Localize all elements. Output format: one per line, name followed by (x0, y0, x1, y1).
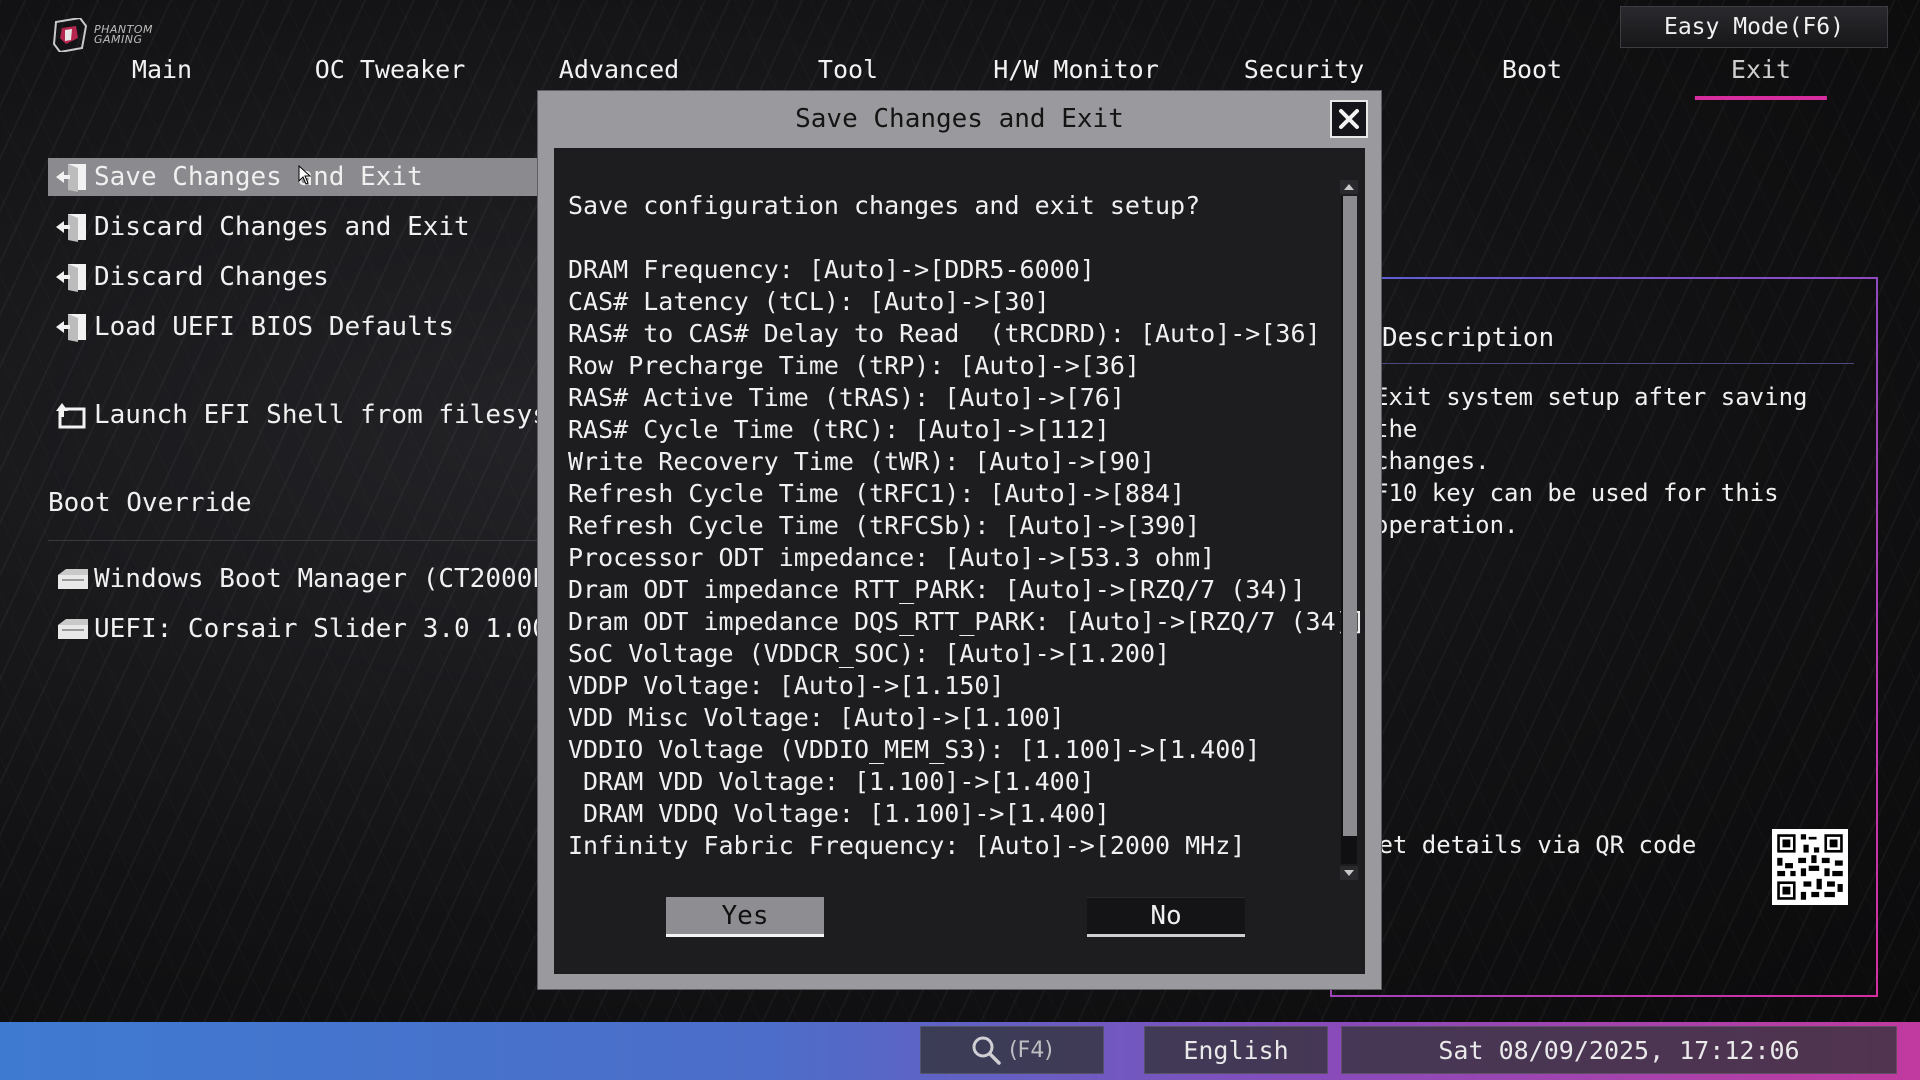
exit-door-icon (56, 264, 86, 292)
drive-icon (58, 619, 88, 639)
boot-item-uefi-corsair-slider[interactable]: UEFI: Corsair Slider 3.0 1.00, Part (48, 610, 548, 648)
boot-item-windows-boot-manager[interactable]: Windows Boot Manager (CT2000P310SSD (48, 560, 548, 598)
close-icon (1339, 109, 1359, 129)
tab-main[interactable]: Main (132, 55, 192, 99)
logo-text-gaming: GAMING (94, 33, 143, 46)
change-line: Dram ODT impedance RTT_PARK: [Auto]->[RZ… (568, 575, 1306, 604)
change-line: Processor ODT impedance: [Auto]->[53.3 o… (568, 543, 1216, 572)
change-line: VDDP Voltage: [Auto]->[1.150] (568, 671, 1005, 700)
search-button[interactable]: (F4) (920, 1026, 1104, 1074)
scroll-track[interactable] (1341, 196, 1357, 864)
dialog-title: Save Changes and Exit (795, 103, 1124, 134)
change-line: RAS# Cycle Time (tRC): [Auto]->[112] (568, 415, 1110, 444)
description-text: Exit system setup after saving the chang… (1374, 383, 1808, 475)
change-line: RAS# to CAS# Delay to Read (tRCDRD): [Au… (568, 319, 1321, 348)
change-line: DRAM VDDQ Voltage: [1.100]->[1.400] (568, 799, 1110, 828)
scroll-up-arrow-icon[interactable] (1340, 180, 1358, 194)
scroll-down-arrow-icon[interactable] (1340, 866, 1358, 880)
change-line: CAS# Latency (tCL): [Auto]->[30] (568, 287, 1050, 316)
exit-door-icon (56, 214, 86, 242)
change-line: Infinity Fabric Frequency: [Auto]->[2000… (568, 831, 1246, 860)
scroll-thumb[interactable] (1343, 196, 1357, 836)
change-line: Refresh Cycle Time (tRFCSb): [Auto]->[39… (568, 511, 1201, 540)
change-line: SoC Voltage (VDDCR_SOC): [Auto]->[1.200] (568, 639, 1171, 668)
menu-item-label: Save Changes and Exit (94, 162, 423, 192)
bios-screen: PHANTOM GAMING Easy Mode(F6) Main OC Twe… (0, 0, 1920, 1080)
mouse-cursor-icon (298, 165, 312, 185)
tab-exit[interactable]: Exit (1694, 55, 1828, 100)
exit-door-icon (56, 314, 86, 342)
tab-oc-tweaker[interactable]: OC Tweaker (315, 55, 466, 99)
yes-button[interactable]: Yes (666, 897, 824, 937)
change-line: Row Precharge Time (tRP): [Auto]->[36] (568, 351, 1140, 380)
date-time-display[interactable]: Sat 08/09/2025, 17:12:06 (1341, 1026, 1897, 1074)
menu-item-label: Discard Changes (94, 262, 329, 292)
close-button[interactable] (1330, 100, 1368, 138)
bottom-status-bar: (F4) English Sat 08/09/2025, 17:12:06 (0, 1022, 1920, 1080)
save-changes-dialog: Save Changes and Exit Save configuration… (538, 91, 1381, 989)
dialog-content: Save configuration changes and exit setu… (568, 190, 1366, 860)
boot-override-title: Boot Override (48, 488, 252, 518)
easy-mode-button[interactable]: Easy Mode(F6) (1620, 6, 1888, 48)
no-button[interactable]: No (1087, 897, 1245, 937)
change-line: Write Recovery Time (tWR): [Auto]->[90] (568, 447, 1155, 476)
change-line: Dram ODT impedance DQS_RTT_PARK: [Auto]-… (568, 607, 1366, 636)
language-selector[interactable]: English (1144, 1026, 1328, 1074)
tab-boot[interactable]: Boot (1502, 55, 1562, 99)
qr-code-icon[interactable] (1772, 829, 1848, 905)
description-panel: Description Exit system setup after savi… (1330, 277, 1878, 997)
change-line: DRAM Frequency: [Auto]->[DDR5-6000] (568, 255, 1095, 284)
menu-item-discard-changes-and-exit[interactable]: Discard Changes and Exit (48, 208, 548, 246)
description-divider (1372, 363, 1854, 364)
section-divider (48, 540, 548, 541)
menu-item-label: Windows Boot Manager (CT2000P310SSD (94, 564, 548, 594)
search-icon (972, 1036, 1001, 1065)
description-hotkey-text: F10 key can be used for this operation. (1374, 479, 1779, 539)
menu-item-label: UEFI: Corsair Slider 3.0 1.00, Part (94, 614, 548, 644)
launch-shell-icon (56, 403, 86, 429)
drive-icon (58, 569, 88, 589)
change-line: Refresh Cycle Time (tRFC1): [Auto]->[884… (568, 479, 1186, 508)
dialog-question: Save configuration changes and exit setu… (568, 191, 1201, 220)
menu-item-launch-efi-shell[interactable]: Launch EFI Shell from filesystem de (48, 396, 548, 434)
change-line: VDDIO Voltage (VDDIO_MEM_S3): [1.100]->[… (568, 735, 1261, 764)
change-list: DRAM Frequency: [Auto]->[DDR5-6000] CAS#… (568, 254, 1366, 862)
dialog-body: Save configuration changes and exit setu… (554, 148, 1366, 974)
phantom-gaming-logo-icon (52, 18, 88, 52)
asrock-phantom-gaming-logo: PHANTOM GAMING (52, 18, 153, 52)
dialog-scrollbar[interactable] (1340, 180, 1358, 880)
exit-door-icon (56, 164, 86, 192)
search-hotkey-label: (F4) (1009, 1037, 1053, 1063)
menu-item-label: Discard Changes and Exit (94, 212, 470, 242)
change-line: DRAM VDD Voltage: [1.100]->[1.400] (568, 767, 1095, 796)
change-line: RAS# Active Time (tRAS): [Auto]->[76] (568, 383, 1125, 412)
menu-item-label: Load UEFI BIOS Defaults (94, 312, 455, 342)
menu-item-discard-changes[interactable]: Discard Changes (48, 258, 548, 296)
change-line: VDD Misc Voltage: [Auto]->[1.100] (568, 703, 1065, 732)
qr-code-label: Get details via QR code (1364, 831, 1697, 859)
menu-item-load-uefi-bios-defaults[interactable]: Load UEFI BIOS Defaults (48, 308, 548, 346)
description-title: Description (1382, 323, 1555, 353)
menu-item-label: Launch EFI Shell from filesystem de (94, 400, 548, 430)
